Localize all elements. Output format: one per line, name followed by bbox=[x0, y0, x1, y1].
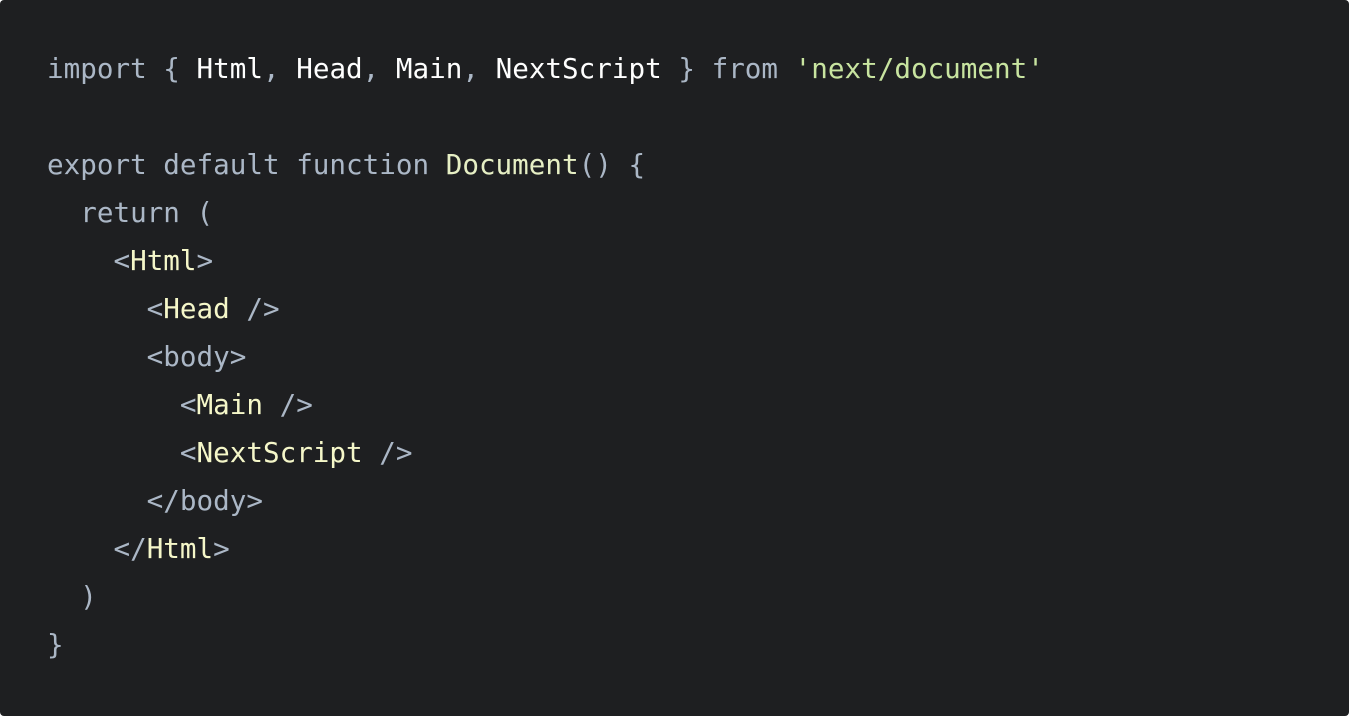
code-token-ident: Html bbox=[196, 52, 263, 85]
code-token-punct: } bbox=[47, 628, 64, 661]
code-line: </Html> bbox=[47, 525, 1349, 573]
code-line: <Main /> bbox=[47, 381, 1349, 429]
code-line: export default function Document() { bbox=[47, 141, 1349, 189]
code-token-func: Document bbox=[445, 148, 579, 181]
code-token-tag: Head bbox=[163, 292, 230, 325]
code-line: <NextScript /> bbox=[47, 429, 1349, 477]
code-token-punct: ) bbox=[47, 580, 97, 613]
code-token-punct: ( bbox=[179, 196, 214, 229]
code-line: import { Html, Head, Main, NextScript } … bbox=[47, 45, 1349, 93]
code-token-punct: > bbox=[196, 244, 214, 277]
code-line: ) bbox=[47, 573, 1349, 621]
code-token-keyword: return bbox=[47, 196, 180, 229]
code-token-punct: </ bbox=[47, 532, 147, 565]
code-line: return ( bbox=[47, 189, 1349, 237]
code-token-tag: Html bbox=[130, 244, 197, 277]
code-token-punct: } bbox=[661, 52, 712, 85]
code-token-string: 'next/document' bbox=[794, 52, 1044, 85]
code-token-keyword: import bbox=[47, 52, 147, 85]
code-line: </body> bbox=[47, 477, 1349, 525]
code-token-punct: < bbox=[47, 388, 197, 421]
code-token-tag: Main bbox=[196, 388, 263, 421]
code-token-punct: { bbox=[146, 52, 197, 85]
code-token-punct: </body> bbox=[47, 484, 263, 517]
code-token-punct: <body> bbox=[47, 340, 247, 373]
code-token-punct: > bbox=[213, 532, 230, 565]
code-line: <Head /> bbox=[47, 285, 1349, 333]
code-token-punct: , bbox=[462, 52, 496, 85]
code-token-punct: < bbox=[47, 292, 164, 325]
code-token-punct: , bbox=[262, 52, 297, 85]
code-token-punct: < bbox=[47, 244, 131, 277]
code-line: } bbox=[47, 621, 1349, 669]
code-token-punct: /> bbox=[362, 436, 413, 469]
code-token-punct bbox=[778, 52, 795, 85]
code-token-tag: Html bbox=[146, 532, 214, 565]
code-token-ident: NextScript bbox=[495, 52, 662, 85]
code-token-punct: /> bbox=[262, 388, 313, 421]
code-token-keyword: from bbox=[711, 52, 779, 85]
code-block: import { Html, Head, Main, NextScript } … bbox=[0, 0, 1349, 716]
code-token-punct: () { bbox=[578, 148, 646, 181]
code-line: <body> bbox=[47, 333, 1349, 381]
code-token-punct: , bbox=[362, 52, 396, 85]
code-token-punct: /> bbox=[229, 292, 280, 325]
code-token-punct: < bbox=[47, 436, 197, 469]
code-token-keyword: export default function bbox=[47, 148, 446, 181]
code-token-tag: NextScript bbox=[196, 436, 363, 469]
code-token-ident: Head bbox=[296, 52, 363, 85]
code-token-ident: Main bbox=[395, 52, 463, 85]
code-line: <Html> bbox=[47, 237, 1349, 285]
